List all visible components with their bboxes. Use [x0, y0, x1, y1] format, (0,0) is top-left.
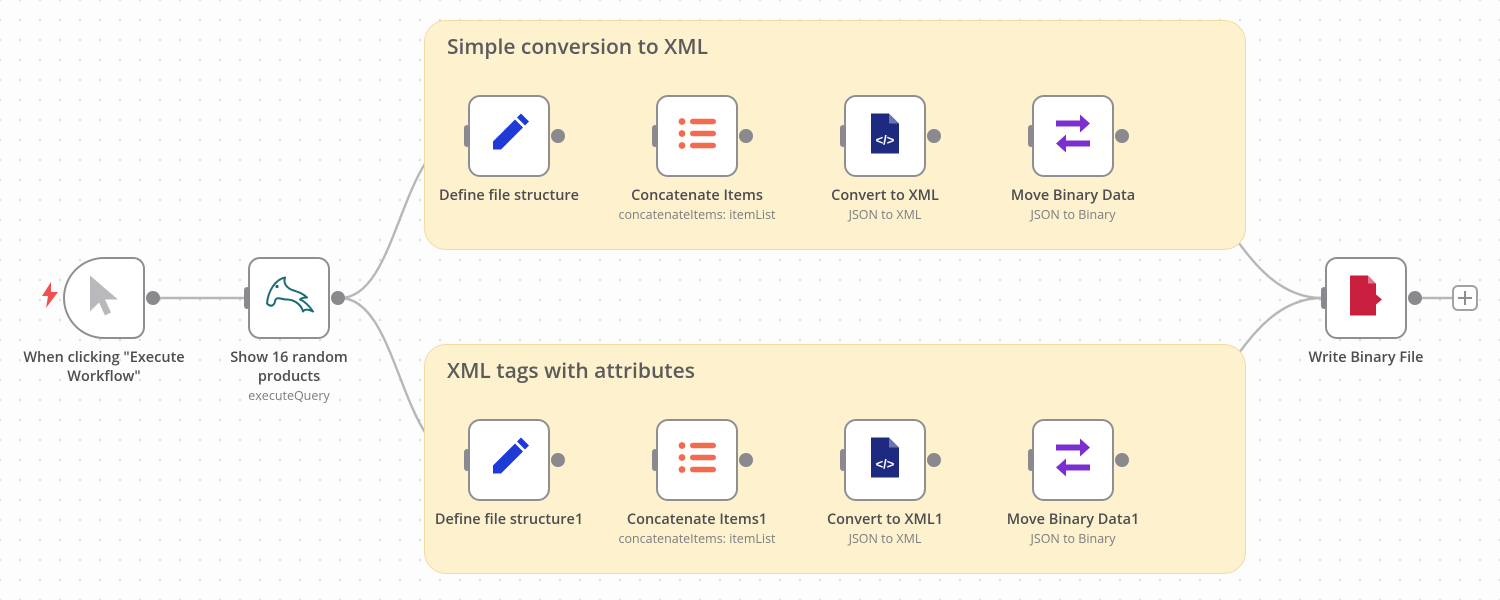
node-define-structure-1[interactable] — [468, 419, 550, 501]
node-subtitle: JSON to Binary — [992, 529, 1154, 548]
node-title: Move Binary Data1 — [1007, 510, 1140, 529]
input-port[interactable] — [464, 449, 470, 471]
input-port[interactable] — [464, 125, 470, 147]
node-title: Move Binary Data — [1011, 186, 1135, 205]
pencil-icon — [489, 114, 529, 159]
node-title: Show 16 random products — [230, 348, 348, 386]
list-icon — [677, 116, 717, 157]
node-convert-to-xml-1[interactable] — [844, 419, 926, 501]
node-subtitle: JSON to XML — [804, 205, 966, 224]
group-title: Simple conversion to XML — [447, 33, 708, 61]
list-icon — [677, 440, 717, 481]
code-file-icon — [867, 438, 903, 483]
swap-arrows-icon — [1050, 435, 1096, 486]
input-port[interactable] — [1028, 125, 1034, 147]
node-label: Concatenate Items concatenateItems: item… — [606, 186, 788, 224]
cursor-icon — [84, 274, 124, 323]
output-port[interactable] — [1115, 453, 1129, 467]
node-label: Move Binary Data JSON to Binary — [992, 186, 1154, 224]
node-move-binary-data-1[interactable] — [1032, 419, 1114, 501]
input-port[interactable] — [1321, 287, 1327, 309]
node-label: Convert to XML JSON to XML — [804, 186, 966, 224]
node-label: When clicking "Execute Workflow" — [12, 348, 196, 386]
output-port[interactable] — [1115, 129, 1129, 143]
node-title: Convert to XML — [831, 186, 939, 205]
node-mysql[interactable] — [248, 257, 330, 339]
node-label: Show 16 random products executeQuery — [208, 348, 370, 405]
trigger-indicator-icon — [42, 282, 58, 313]
output-port[interactable] — [551, 129, 565, 143]
plus-icon — [1458, 291, 1472, 305]
node-label: Convert to XML1 JSON to XML — [804, 510, 966, 548]
input-port[interactable] — [840, 449, 846, 471]
mysql-dolphin-icon — [263, 274, 315, 323]
add-node-button[interactable] — [1452, 285, 1478, 311]
code-file-icon — [867, 114, 903, 159]
output-port[interactable] — [927, 453, 941, 467]
node-move-binary-data[interactable] — [1032, 95, 1114, 177]
output-port[interactable] — [927, 129, 941, 143]
output-port[interactable] — [739, 129, 753, 143]
output-port[interactable] — [331, 291, 345, 305]
node-label: Write Binary File — [1285, 348, 1447, 367]
node-title: Concatenate Items — [631, 186, 763, 205]
output-port[interactable] — [739, 453, 753, 467]
node-define-structure[interactable] — [468, 95, 550, 177]
node-write-binary-file[interactable] — [1325, 257, 1407, 339]
node-label: Define file structure — [438, 186, 580, 205]
node-title: Convert to XML1 — [827, 510, 943, 529]
input-port[interactable] — [840, 125, 846, 147]
node-subtitle: concatenateItems: itemList — [606, 205, 788, 224]
node-subtitle: executeQuery — [208, 386, 370, 405]
workflow-canvas[interactable]: Simple conversion to XML XML tags with a… — [0, 0, 1500, 600]
node-label: Define file structure1 — [432, 510, 586, 529]
input-port[interactable] — [1028, 449, 1034, 471]
node-convert-to-xml[interactable] — [844, 95, 926, 177]
output-port[interactable] — [146, 291, 160, 305]
output-port[interactable] — [1408, 291, 1422, 305]
swap-arrows-icon — [1050, 111, 1096, 162]
node-concatenate-items[interactable] — [656, 95, 738, 177]
node-subtitle: concatenateItems: itemList — [606, 529, 788, 548]
group-title: XML tags with attributes — [447, 357, 695, 385]
file-export-icon — [1346, 276, 1386, 321]
output-port[interactable] — [551, 453, 565, 467]
input-port[interactable] — [652, 125, 658, 147]
node-concatenate-items-1[interactable] — [656, 419, 738, 501]
node-subtitle: JSON to Binary — [992, 205, 1154, 224]
node-label: Concatenate Items1 concatenateItems: ite… — [606, 510, 788, 548]
node-label: Move Binary Data1 JSON to Binary — [992, 510, 1154, 548]
input-port[interactable] — [652, 449, 658, 471]
node-title: Concatenate Items1 — [627, 510, 767, 529]
pencil-icon — [489, 438, 529, 483]
input-port[interactable] — [244, 287, 250, 309]
node-subtitle: JSON to XML — [804, 529, 966, 548]
node-manual-trigger[interactable] — [63, 257, 145, 339]
